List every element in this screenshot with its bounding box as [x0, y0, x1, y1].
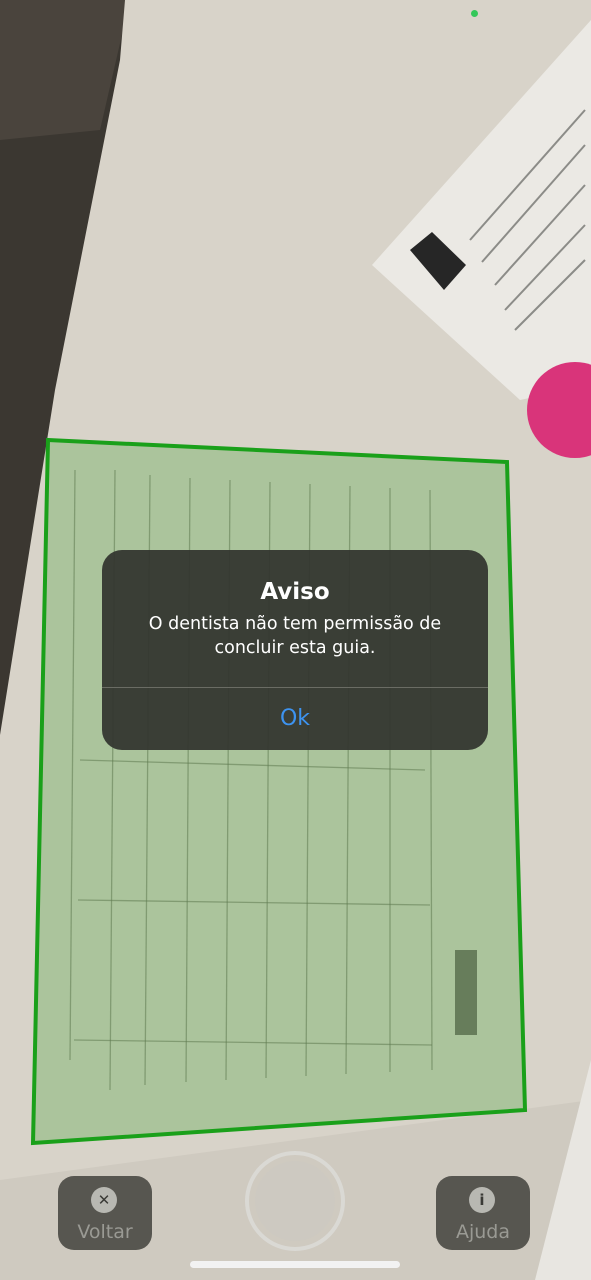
- shutter-inner: [255, 1161, 335, 1241]
- info-icon: i: [469, 1187, 495, 1213]
- alert-ok-button[interactable]: Ok: [102, 688, 488, 750]
- help-button[interactable]: i Ajuda: [436, 1176, 530, 1250]
- help-button-label: Ajuda: [455, 1221, 511, 1243]
- alert-dialog: Aviso O dentista não tem permissão de co…: [102, 550, 488, 750]
- capture-shutter-button[interactable]: [245, 1151, 345, 1251]
- alert-title: Aviso: [260, 579, 330, 605]
- back-button-label: Voltar: [77, 1221, 133, 1243]
- home-indicator[interactable]: [190, 1261, 400, 1268]
- close-icon: ✕: [91, 1187, 117, 1213]
- privacy-indicator-dot: [471, 10, 478, 17]
- back-button[interactable]: ✕ Voltar: [58, 1176, 152, 1250]
- alert-message: O dentista não tem permissão de concluir…: [148, 614, 442, 658]
